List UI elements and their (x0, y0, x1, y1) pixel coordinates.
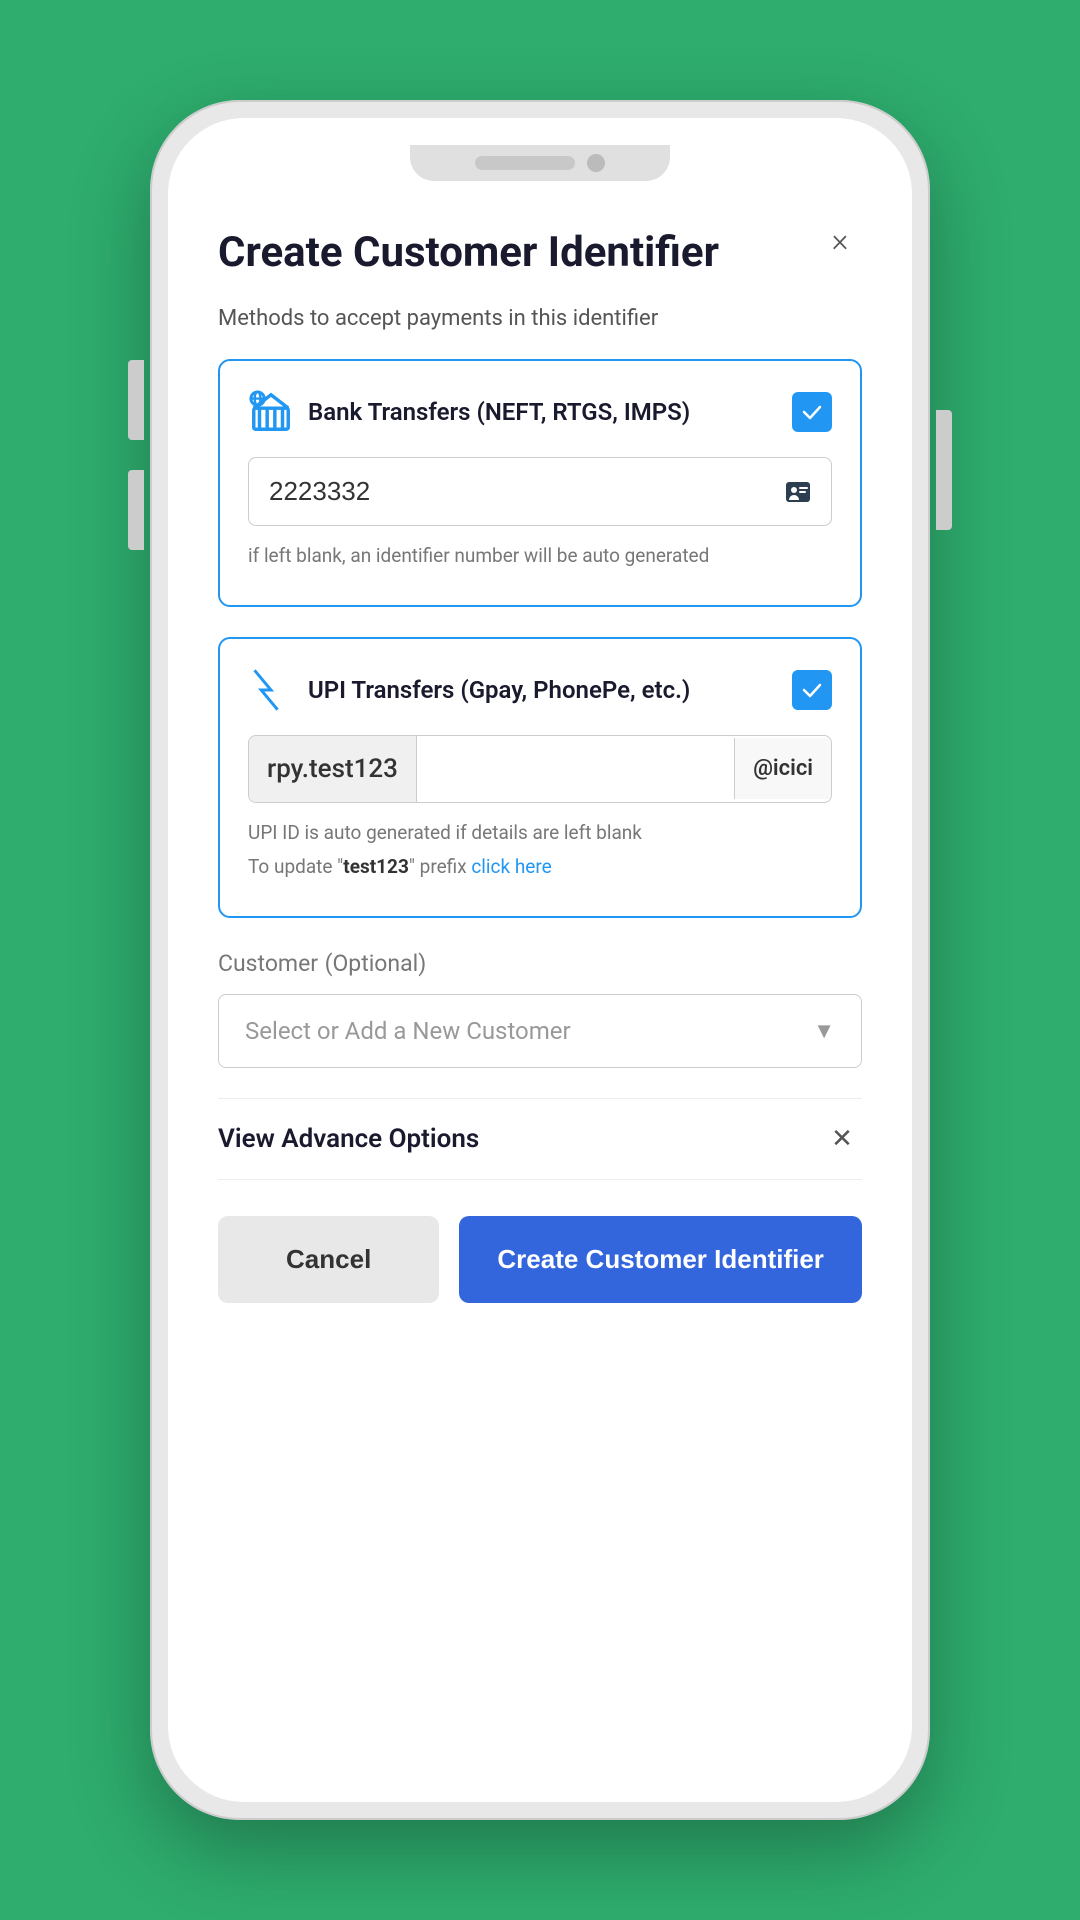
bank-icon (248, 389, 294, 435)
upi-suffix: @icici (734, 738, 831, 799)
button-row: Cancel Create Customer Identifier (218, 1216, 862, 1303)
page-title: Create Customer Identifier (218, 228, 862, 278)
upi-helper-text-1: UPI ID is auto generated if details are … (248, 819, 832, 848)
bank-transfer-header: Bank Transfers (NEFT, RTGS, IMPS) (248, 389, 832, 435)
bank-title-row: Bank Transfers (NEFT, RTGS, IMPS) (248, 389, 690, 435)
check-icon (801, 401, 823, 423)
upi-transfer-title: UPI Transfers (Gpay, PhonePe, etc.) (308, 676, 690, 704)
bank-helper-text: if left blank, an identifier number will… (248, 542, 832, 571)
cancel-button[interactable]: Cancel (218, 1216, 439, 1303)
bank-account-input-row (248, 457, 832, 526)
notch-area (168, 118, 912, 208)
close-button[interactable]: × (818, 218, 862, 262)
bank-transfer-title: Bank Transfers (NEFT, RTGS, IMPS) (308, 398, 690, 426)
bank-account-input[interactable] (249, 458, 765, 525)
close-icon: × (832, 221, 849, 259)
customer-section: Customer (Optional) Select or Add a New … (218, 948, 862, 1068)
upi-helper-prefix: To update " (248, 855, 343, 878)
upi-input-spacer (417, 751, 734, 787)
contact-card-icon (765, 459, 831, 525)
notch (410, 145, 670, 181)
bank-transfer-checkbox[interactable] (792, 392, 832, 432)
notch-camera (587, 154, 605, 172)
upi-title-row: UPI Transfers (Gpay, PhonePe, etc.) (248, 667, 690, 713)
upi-input-row: rpy.test123 @icici (248, 735, 832, 803)
upi-helper-text-2: To update "test123" prefix click here (248, 853, 832, 882)
upi-check-icon (801, 679, 823, 701)
customer-select-dropdown[interactable]: Select or Add a New Customer ▼ (218, 994, 862, 1068)
upi-icon (248, 667, 294, 713)
customer-label: Customer (Optional) (218, 948, 862, 978)
chevron-down-icon: ▼ (813, 1018, 835, 1044)
upi-transfer-card: UPI Transfers (Gpay, PhonePe, etc.) rpy.… (218, 637, 862, 918)
notch-pill (475, 156, 575, 170)
customer-label-text: Customer (218, 950, 318, 977)
section-subtitle: Methods to accept payments in this ident… (218, 306, 862, 331)
upi-transfer-header: UPI Transfers (Gpay, PhonePe, etc.) (248, 667, 832, 713)
customer-optional-text: (Optional) (325, 950, 427, 977)
upi-helper-suffix: " prefix (409, 855, 471, 878)
modal-content: × Create Customer Identifier Methods to … (168, 208, 912, 1802)
upi-transfer-checkbox[interactable] (792, 670, 832, 710)
bank-transfer-card: Bank Transfers (NEFT, RTGS, IMPS) (218, 359, 862, 607)
upi-prefix-bold: test123 (343, 855, 409, 878)
upi-prefix: rpy.test123 (249, 736, 417, 802)
create-button[interactable]: Create Customer Identifier (459, 1216, 862, 1303)
advance-options-label: View Advance Options (218, 1124, 479, 1154)
advance-close-icon: ✕ (831, 1124, 853, 1154)
advance-options-section: View Advance Options ✕ (218, 1098, 862, 1180)
customer-select-placeholder: Select or Add a New Customer (245, 1017, 571, 1045)
advance-close-button[interactable]: ✕ (822, 1119, 862, 1159)
upi-click-here-link[interactable]: click here (471, 855, 551, 878)
